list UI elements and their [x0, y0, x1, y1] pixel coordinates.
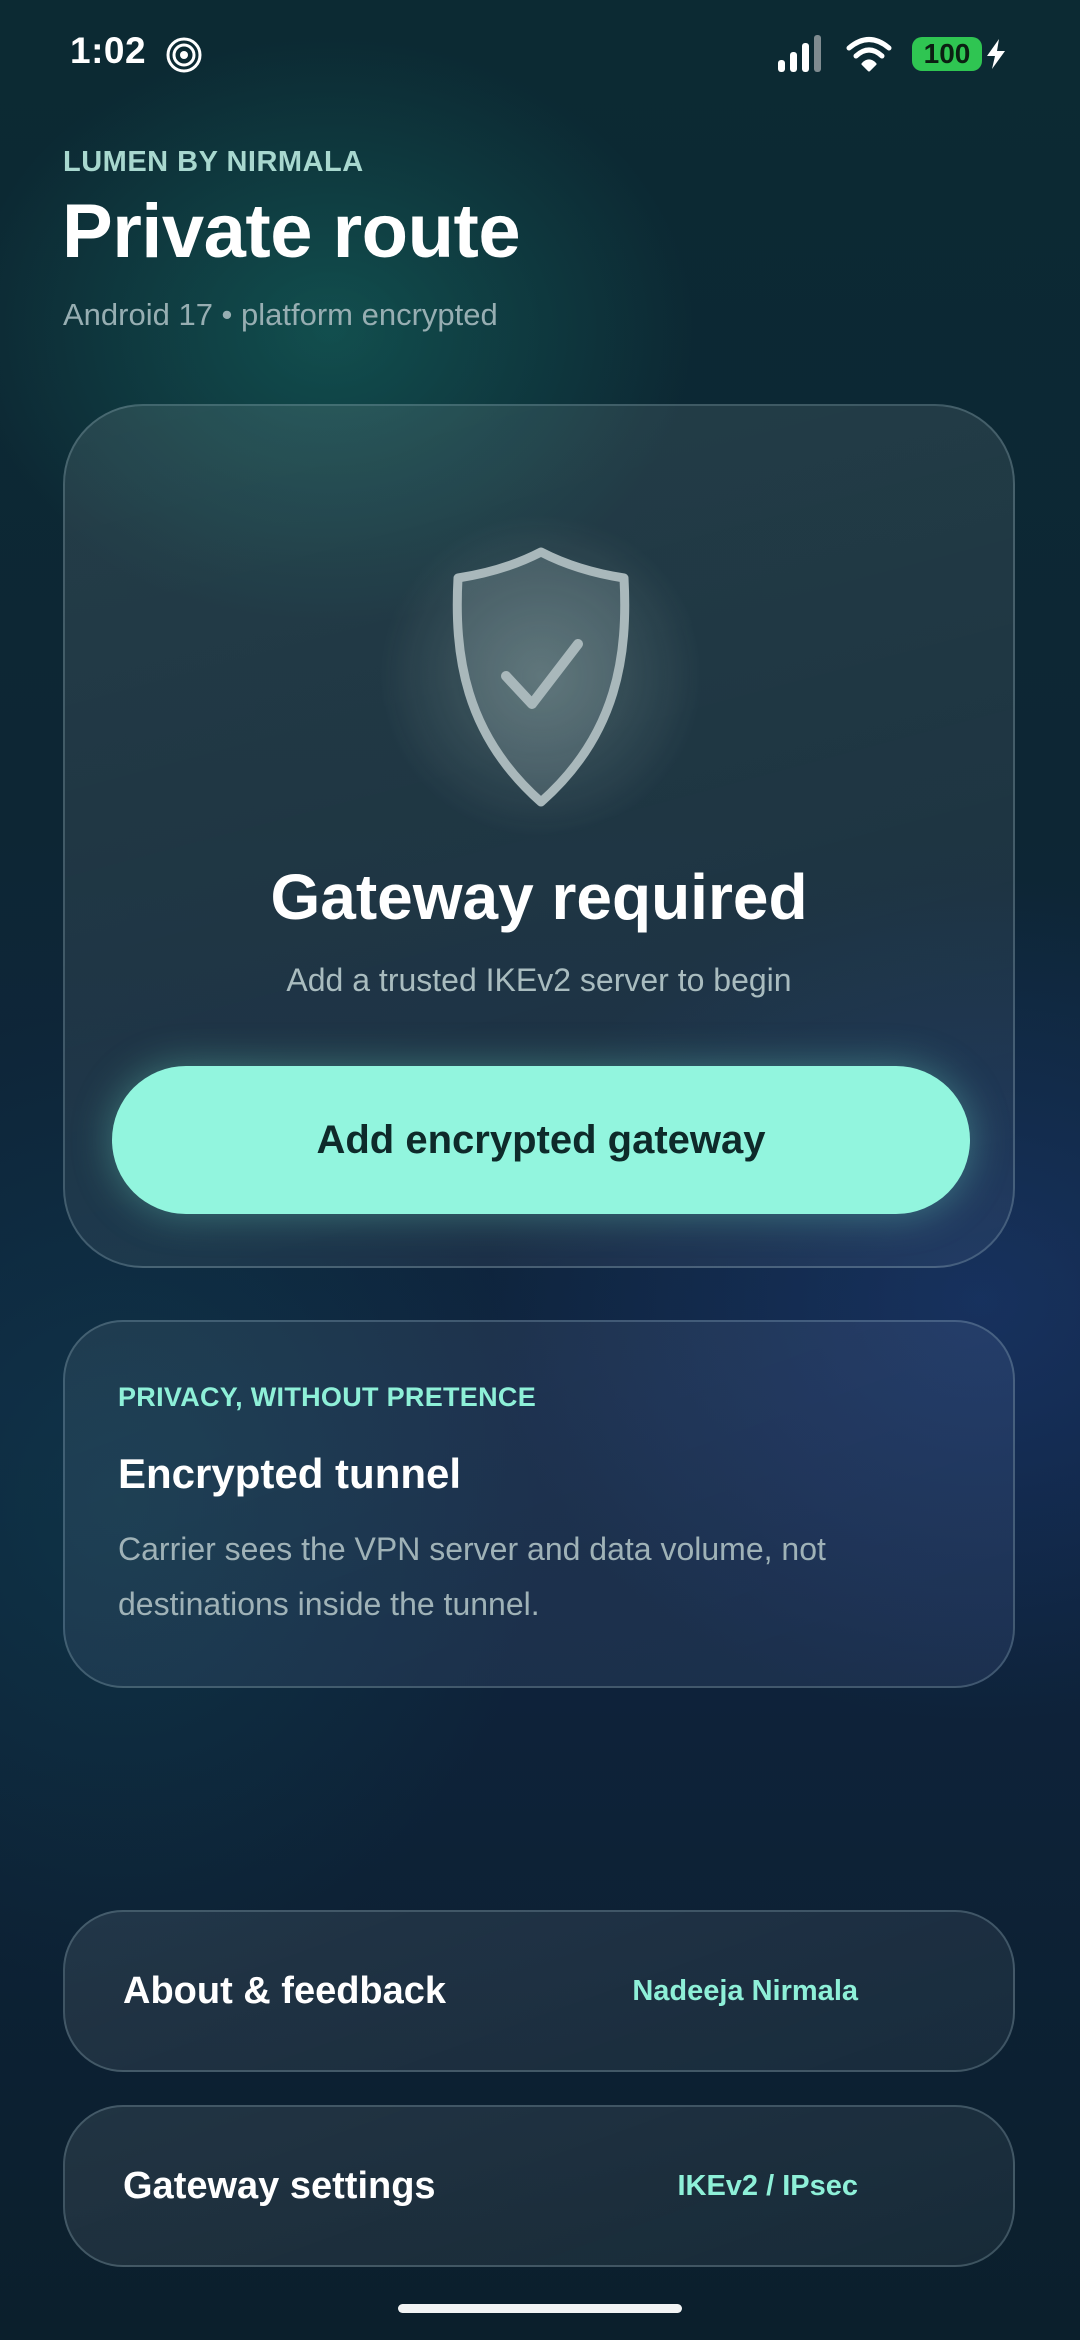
gateway-settings-label: Gateway settings — [123, 2164, 436, 2207]
status-indicators: 100 — [776, 34, 1008, 74]
info-title: Encrypted tunnel — [118, 1450, 462, 1497]
about-feedback-label: About & feedback — [123, 1969, 447, 2012]
bolt-icon — [987, 39, 1005, 69]
page-subtitle: Android 17 • platform encrypted — [63, 297, 498, 332]
wifi-icon — [846, 37, 892, 72]
gateway-required-title: Gateway required — [270, 861, 808, 933]
home-indicator[interactable] — [398, 2304, 682, 2313]
about-feedback-row[interactable]: About & feedback Nadeeja Nirmala — [63, 1910, 1015, 2072]
add-encrypted-gateway-button[interactable]: Add encrypted gateway — [112, 1066, 970, 1214]
about-feedback-value: Nadeeja Nirmala — [632, 1974, 858, 2007]
gateway-settings-value: IKEv2 / IPsec — [677, 2169, 858, 2202]
brand-label: LUMEN BY NIRMALA — [63, 146, 364, 178]
status-time: 1:02 — [70, 30, 147, 71]
encrypted-tunnel-info-card: PRIVACY, WITHOUT PRETENCE Encrypted tunn… — [63, 1320, 1015, 1688]
info-body: Carrier sees the VPN server and data vol… — [118, 1531, 826, 1622]
battery-level: 100 — [912, 37, 982, 71]
gateway-settings-row[interactable]: Gateway settings IKEv2 / IPsec — [63, 2105, 1015, 2267]
gateway-required-subtitle: Add a trusted IKEv2 server to begin — [286, 962, 792, 998]
cellular-signal-icon — [778, 35, 821, 72]
shield-check-icon — [452, 547, 630, 807]
page-title: Private route — [62, 189, 521, 274]
spiral-icon — [166, 37, 202, 73]
info-eyebrow: PRIVACY, WITHOUT PRETENCE — [118, 1382, 537, 1412]
status-bar: 1:02 100 — [0, 0, 1080, 100]
battery-indicator: 100 — [912, 37, 1008, 71]
gateway-status-card: Gateway required Add a trusted IKEv2 ser… — [63, 404, 1015, 1268]
